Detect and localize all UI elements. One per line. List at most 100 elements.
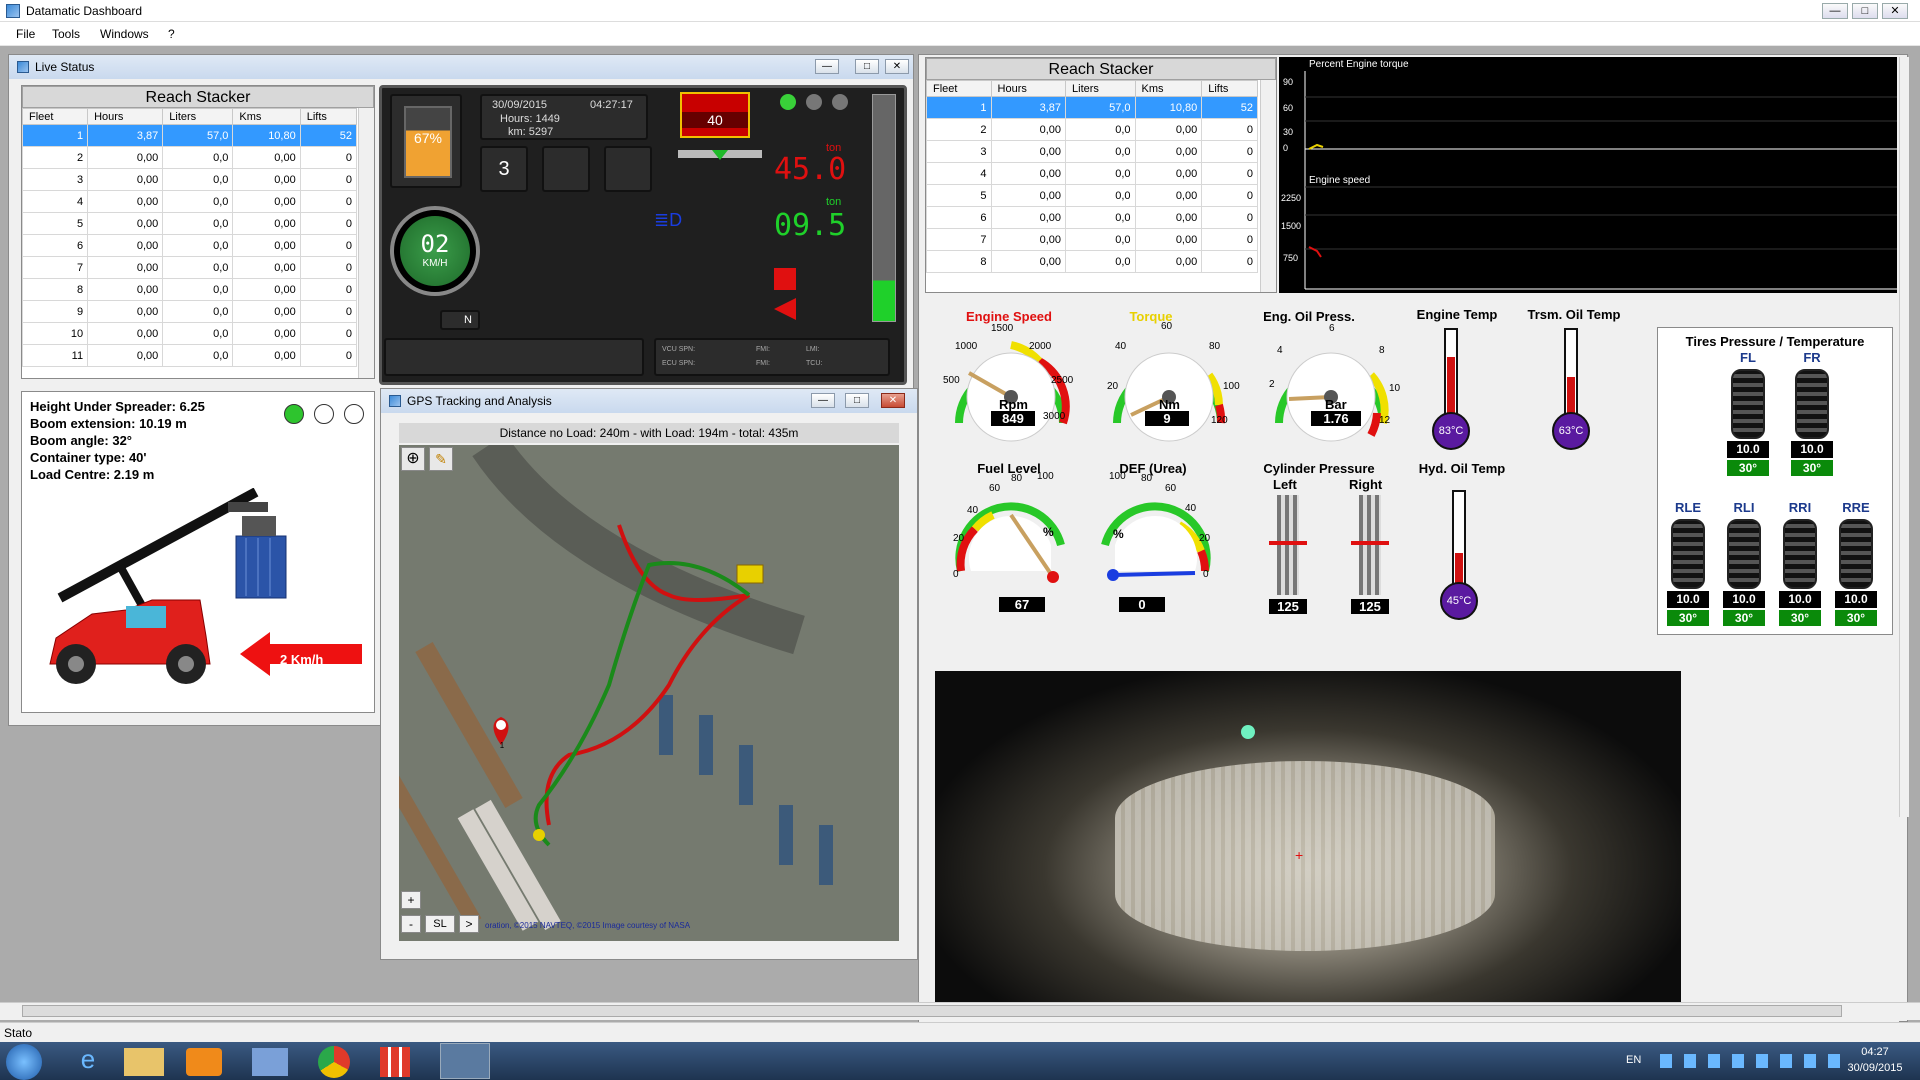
table-row[interactable]: 5 0,00 0,0 0,00 0	[22, 212, 357, 235]
gps-min-button[interactable]: —	[811, 393, 835, 408]
gps-title: GPS Tracking and Analysis	[407, 394, 552, 408]
status-light-green	[284, 404, 304, 424]
cylinder-right-bar	[1359, 495, 1381, 595]
network-icon[interactable]	[252, 1048, 288, 1076]
maximize-button[interactable]: □	[1852, 3, 1878, 19]
table-row[interactable]: 5 0,00 0,0 0,00 0	[926, 184, 1258, 207]
rcol-kms[interactable]: Kms	[1134, 80, 1203, 97]
live-close-button[interactable]: ✕	[885, 59, 909, 74]
table-row[interactable]: 10 0,00 0,0 0,00 0	[22, 322, 357, 345]
table-cell: 0	[299, 168, 357, 191]
close-button[interactable]: ✕	[1882, 3, 1908, 19]
table-row[interactable]: 3 0,00 0,0 0,00 0	[926, 140, 1258, 163]
rcol-liters[interactable]: Liters	[1065, 80, 1136, 97]
col-lifts[interactable]: Lifts	[299, 108, 357, 125]
fmi-1: FMI:	[756, 346, 770, 353]
table-row[interactable]: 6 0,00 0,0 0,00 0	[926, 206, 1258, 229]
gps-close-button[interactable]: ✕	[881, 393, 905, 408]
table-row[interactable]: 11 0,00 0,0 0,00 0	[22, 344, 357, 367]
es-tick: 1500	[991, 323, 1014, 334]
table-cell: 0,0	[162, 146, 234, 169]
table-cell: 0,0	[162, 300, 234, 323]
zoom-in-button[interactable]: +	[401, 891, 421, 909]
window-icon	[389, 395, 401, 407]
col-liters[interactable]: Liters	[162, 108, 234, 125]
op-tick: 4	[1277, 345, 1283, 356]
op-tick: 12	[1379, 415, 1391, 426]
table-row[interactable]: 8 0,00 0,0 0,00 0	[22, 278, 357, 301]
trend-label-torque: Percent Engine torque	[1309, 59, 1409, 70]
scroll-thumb[interactable]	[22, 1005, 1842, 1017]
language-indicator[interactable]: EN	[1626, 1054, 1641, 1066]
table-row[interactable]: 7 0,00 0,0 0,00 0	[22, 256, 357, 279]
op-tick: 2	[1269, 379, 1275, 390]
apps-icon[interactable]	[380, 1047, 410, 1077]
menu-windows[interactable]: Windows	[100, 27, 149, 41]
table-row[interactable]: 7 0,00 0,0 0,00 0	[926, 228, 1258, 251]
rcol-lifts[interactable]: Lifts	[1201, 80, 1258, 97]
datamatic-task-icon[interactable]	[440, 1043, 490, 1079]
menu-tools[interactable]: Tools	[52, 27, 80, 41]
broom-icon[interactable]: ✎	[429, 447, 453, 471]
date-hours-box: 30/09/2015 04:27:17 Hours: 1449 km: 5297	[480, 94, 648, 140]
table-cell: 0,00	[232, 300, 301, 323]
col-hours[interactable]: Hours	[87, 108, 164, 125]
torque-title: Torque	[1129, 309, 1173, 324]
tray-icons[interactable]	[1660, 1054, 1840, 1068]
zoom-out-button[interactable]: -	[401, 915, 421, 933]
table-cell: 4	[22, 190, 89, 213]
table-row[interactable]: 1 3,87 57,0 10,80 52	[926, 96, 1258, 119]
table-cell: 0,0	[1065, 184, 1136, 207]
ie-icon[interactable]: e	[60, 1044, 116, 1078]
table-row[interactable]: 2 0,00 0,0 0,00 0	[22, 146, 357, 169]
start-button-icon[interactable]	[6, 1044, 42, 1080]
table-row[interactable]: 3 0,00 0,0 0,00 0	[22, 168, 357, 191]
table-cell: 0,00	[232, 278, 301, 301]
folder-icon[interactable]	[124, 1048, 164, 1076]
console-light-2	[806, 94, 822, 110]
minimize-button[interactable]: —	[1822, 3, 1848, 19]
menu-file[interactable]: File	[16, 27, 35, 41]
gps-titlebar: GPS Tracking and Analysis — □ ✕	[381, 389, 917, 413]
media-player-icon[interactable]	[186, 1048, 222, 1076]
es-tick: 1000	[955, 341, 978, 352]
container-counter: 40	[680, 92, 750, 138]
table-cell: 0	[1201, 228, 1258, 251]
live-min-button[interactable]: —	[815, 59, 839, 74]
table-cell: 0	[299, 234, 357, 257]
op-tick: 10	[1389, 383, 1401, 394]
app-title: Datamatic Dashboard	[26, 4, 143, 18]
sl-button[interactable]: SL	[425, 915, 455, 933]
table-row[interactable]: 4 0,00 0,0 0,00 0	[22, 190, 357, 213]
gps-map[interactable]: ⊕ ✎ 1 + - SL > oration, ©2015 NAVTEQ, ©2…	[399, 445, 899, 941]
table-cell: 0,00	[1134, 118, 1203, 141]
op-value: 1.76	[1311, 411, 1361, 426]
engine-window-scrollbar[interactable]	[1899, 57, 1909, 817]
menu-help[interactable]: ?	[168, 27, 175, 41]
locate-icon[interactable]: ⊕	[401, 447, 425, 471]
horizontal-scrollbar[interactable]	[0, 1002, 1920, 1020]
right-fleet-scrollbar[interactable]	[1260, 80, 1276, 292]
clock-time[interactable]: 04:27	[1840, 1046, 1910, 1058]
table-row[interactable]: 1 3,87 57,0 10,80 52	[22, 124, 357, 147]
next-button[interactable]: >	[459, 915, 479, 933]
camera-light	[1241, 725, 1255, 739]
table-row[interactable]: 2 0,00 0,0 0,00 0	[926, 118, 1258, 141]
clock-date[interactable]: 30/09/2015	[1840, 1062, 1910, 1074]
table-row[interactable]: 9 0,00 0,0 0,00 0	[22, 300, 357, 323]
rcol-fleet[interactable]: Fleet	[926, 80, 992, 97]
table-cell: 52	[1201, 96, 1258, 119]
col-fleet[interactable]: Fleet	[22, 108, 89, 125]
table-row[interactable]: 8 0,00 0,0 0,00 0	[926, 250, 1258, 273]
fleet-table-scrollbar[interactable]	[358, 108, 374, 378]
table-row[interactable]: 6 0,00 0,0 0,00 0	[22, 234, 357, 257]
col-kms[interactable]: Kms	[232, 108, 301, 125]
cylinder-left-marker	[1269, 541, 1307, 545]
trend-tick: 2250	[1281, 193, 1302, 203]
taskbar: e EN 04:27 30/09/2015	[0, 1042, 1920, 1080]
chrome-icon[interactable]	[318, 1046, 350, 1078]
live-max-button[interactable]: □	[855, 59, 879, 74]
table-row[interactable]: 4 0,00 0,0 0,00 0	[926, 162, 1258, 185]
gps-max-button[interactable]: □	[845, 393, 869, 408]
rcol-hours[interactable]: Hours	[990, 80, 1067, 97]
